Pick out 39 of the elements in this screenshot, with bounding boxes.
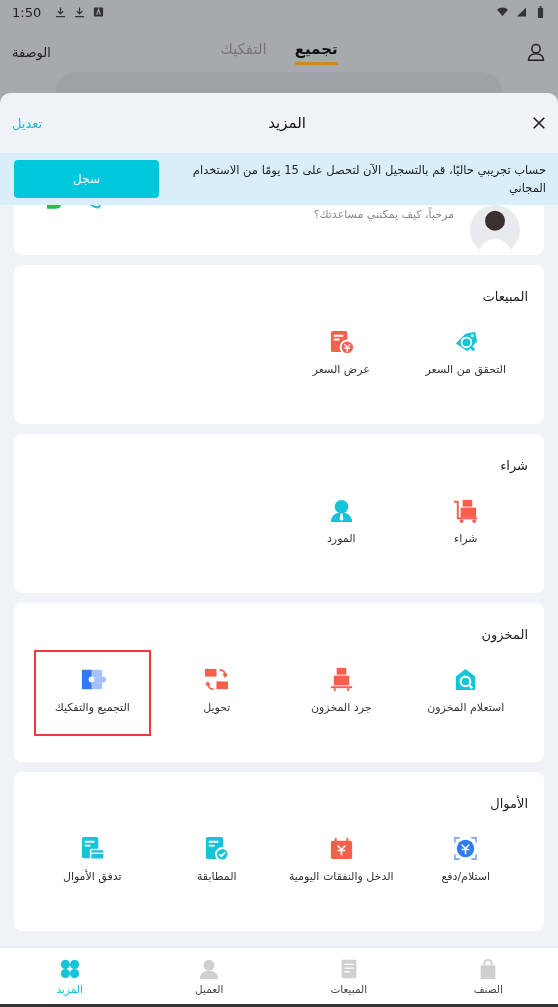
coin-scan-icon	[452, 835, 480, 862]
menu-item[interactable]: عرض السعر	[283, 312, 400, 398]
download-icon	[55, 6, 67, 18]
menu-item[interactable]: المورد	[283, 481, 400, 567]
clock-time: 1:50	[12, 4, 42, 20]
menu-item[interactable]: المطابقة	[158, 819, 275, 905]
recipe-label[interactable]: الوصفة	[12, 44, 51, 60]
section-title: المبيعات	[481, 288, 528, 304]
menu-item[interactable]: استعلام المخزون	[407, 650, 524, 736]
cart-boxes-icon	[452, 497, 480, 524]
menu-item[interactable]: شراء	[407, 481, 524, 567]
download-icon	[74, 6, 86, 18]
tab[interactable]: تجميع	[294, 39, 338, 65]
signal-icon	[516, 6, 527, 18]
menu-item[interactable]: تحويل	[158, 650, 275, 736]
menu-item[interactable]: استلام/دفع	[407, 819, 524, 905]
boxes-swap-icon	[203, 666, 231, 693]
menu-item[interactable]: الدخل والنفقات اليومية	[283, 819, 400, 905]
menu-item[interactable]: التحقق من السعر	[407, 312, 524, 398]
sheet-title: المزيد	[268, 114, 306, 132]
document-check-icon	[203, 835, 231, 862]
menu-item[interactable]: جرد المخزون	[283, 650, 400, 736]
user-icon[interactable]	[526, 42, 546, 62]
close-icon[interactable]	[532, 116, 546, 130]
section-title: الأموال	[489, 794, 528, 811]
person-icon	[198, 957, 221, 980]
clover-icon	[58, 957, 81, 980]
menu-item[interactable]: تدفق الأموال	[34, 819, 151, 905]
nav-tab[interactable]: المبيعات	[279, 948, 419, 1004]
greeting-text: مرحباً، كيف يمكنني مساعدتك؟	[313, 208, 454, 221]
app-notification-icon	[93, 6, 105, 18]
trial-message: حساب تجريبي حاليًا، قم بالتسجيل الآن لتحصل على 15 يومًا من الاستخدام المجاني	[191, 161, 546, 197]
menu-item[interactable]: التجميع والتفكيك	[34, 650, 151, 736]
nav-tab[interactable]: العميل	[139, 948, 279, 1004]
nav-tab[interactable]: الصنف	[418, 948, 558, 1004]
section-title: المخزون	[480, 626, 528, 642]
battery-icon	[535, 6, 546, 18]
wifi-icon	[497, 6, 508, 18]
section-title: شراء	[499, 457, 528, 473]
